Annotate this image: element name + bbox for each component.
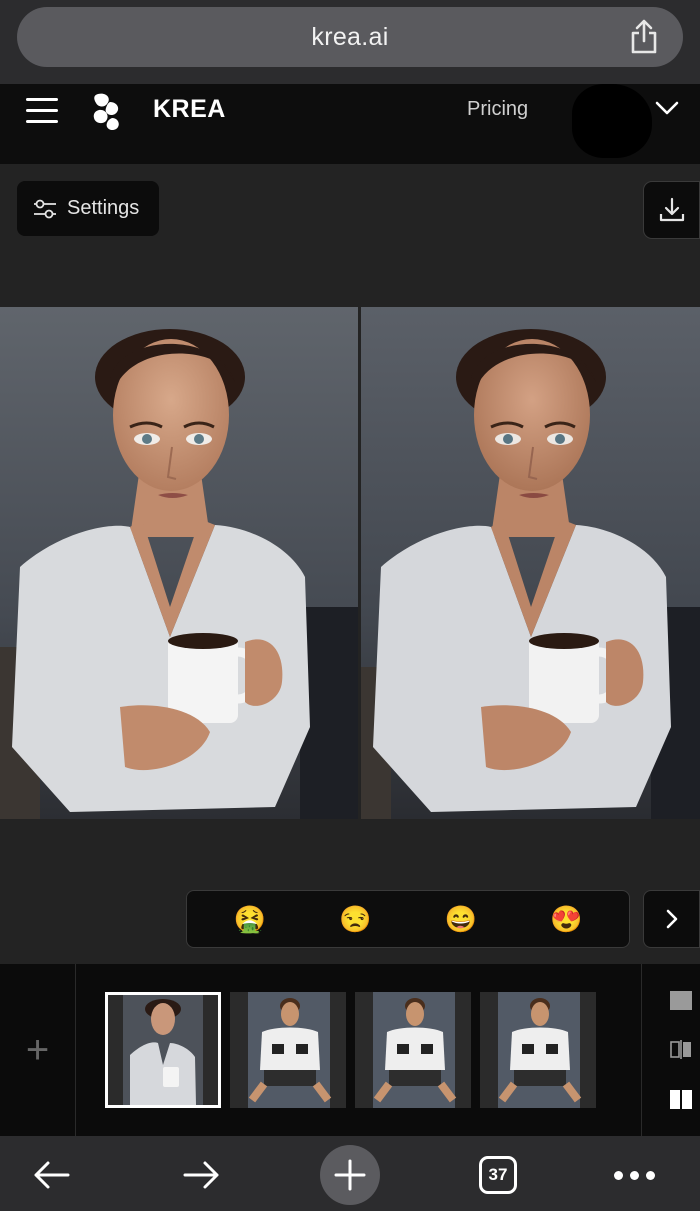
split-compare-view-icon[interactable] <box>670 1040 692 1059</box>
thumbnail-man-with-dumbbells[interactable] <box>480 992 596 1108</box>
reaction-unamused-icon[interactable]: 😒 <box>335 899 375 939</box>
history-strip: + <box>0 964 700 1136</box>
forward-arrow-icon[interactable] <box>171 1145 231 1205</box>
brand-name[interactable]: KREA <box>153 95 226 124</box>
more-dots-icon[interactable] <box>604 1145 664 1205</box>
single-view-icon[interactable] <box>670 991 692 1010</box>
reaction-disgust-icon[interactable]: 🤮 <box>230 899 270 939</box>
portrait-image <box>361 307 700 819</box>
browser-bottom-bar: 37 <box>0 1136 700 1211</box>
tabs-icon[interactable]: 37 <box>468 1145 528 1205</box>
tab-count: 37 <box>479 1156 517 1194</box>
app-header: KREA Pricing <box>0 84 700 164</box>
sliders-icon <box>34 199 56 218</box>
thumbnail-man-with-dumbbells[interactable] <box>355 992 471 1108</box>
share-icon[interactable] <box>629 19 659 55</box>
pricing-link[interactable]: Pricing <box>467 98 528 121</box>
download-button[interactable] <box>643 181 700 239</box>
image-panel-original[interactable] <box>0 307 358 819</box>
address-bar[interactable]: krea.ai <box>17 7 683 67</box>
portrait-image <box>0 307 358 819</box>
menu-icon[interactable] <box>26 98 58 124</box>
reaction-grin-icon[interactable]: 😄 <box>441 899 481 939</box>
chevron-right-icon <box>666 909 677 929</box>
image-panel-variation[interactable] <box>361 307 700 819</box>
next-button[interactable] <box>643 890 700 948</box>
view-layout-options <box>641 964 700 1136</box>
thumbnail-man-with-dumbbells[interactable] <box>230 992 346 1108</box>
back-arrow-icon[interactable] <box>22 1145 82 1205</box>
chevron-down-icon[interactable] <box>655 98 679 118</box>
settings-label: Settings <box>67 197 140 219</box>
download-icon <box>659 197 684 222</box>
browser-address-area: krea.ai <box>0 0 700 84</box>
avatar[interactable] <box>572 84 652 158</box>
add-image-button[interactable]: + <box>0 964 76 1136</box>
new-tab-plus-icon[interactable] <box>320 1145 380 1205</box>
settings-button[interactable]: Settings <box>17 181 159 236</box>
url-text[interactable]: krea.ai <box>311 23 388 52</box>
side-by-side-view-icon[interactable] <box>670 1090 692 1109</box>
thumbnail-woman-with-coffee[interactable] <box>105 992 221 1108</box>
krea-logo-icon[interactable] <box>90 92 122 132</box>
plus-icon: + <box>25 1028 50 1072</box>
reaction-bar: 🤮 😒 😄 😍 <box>186 890 630 948</box>
reaction-love-icon[interactable]: 😍 <box>546 899 586 939</box>
